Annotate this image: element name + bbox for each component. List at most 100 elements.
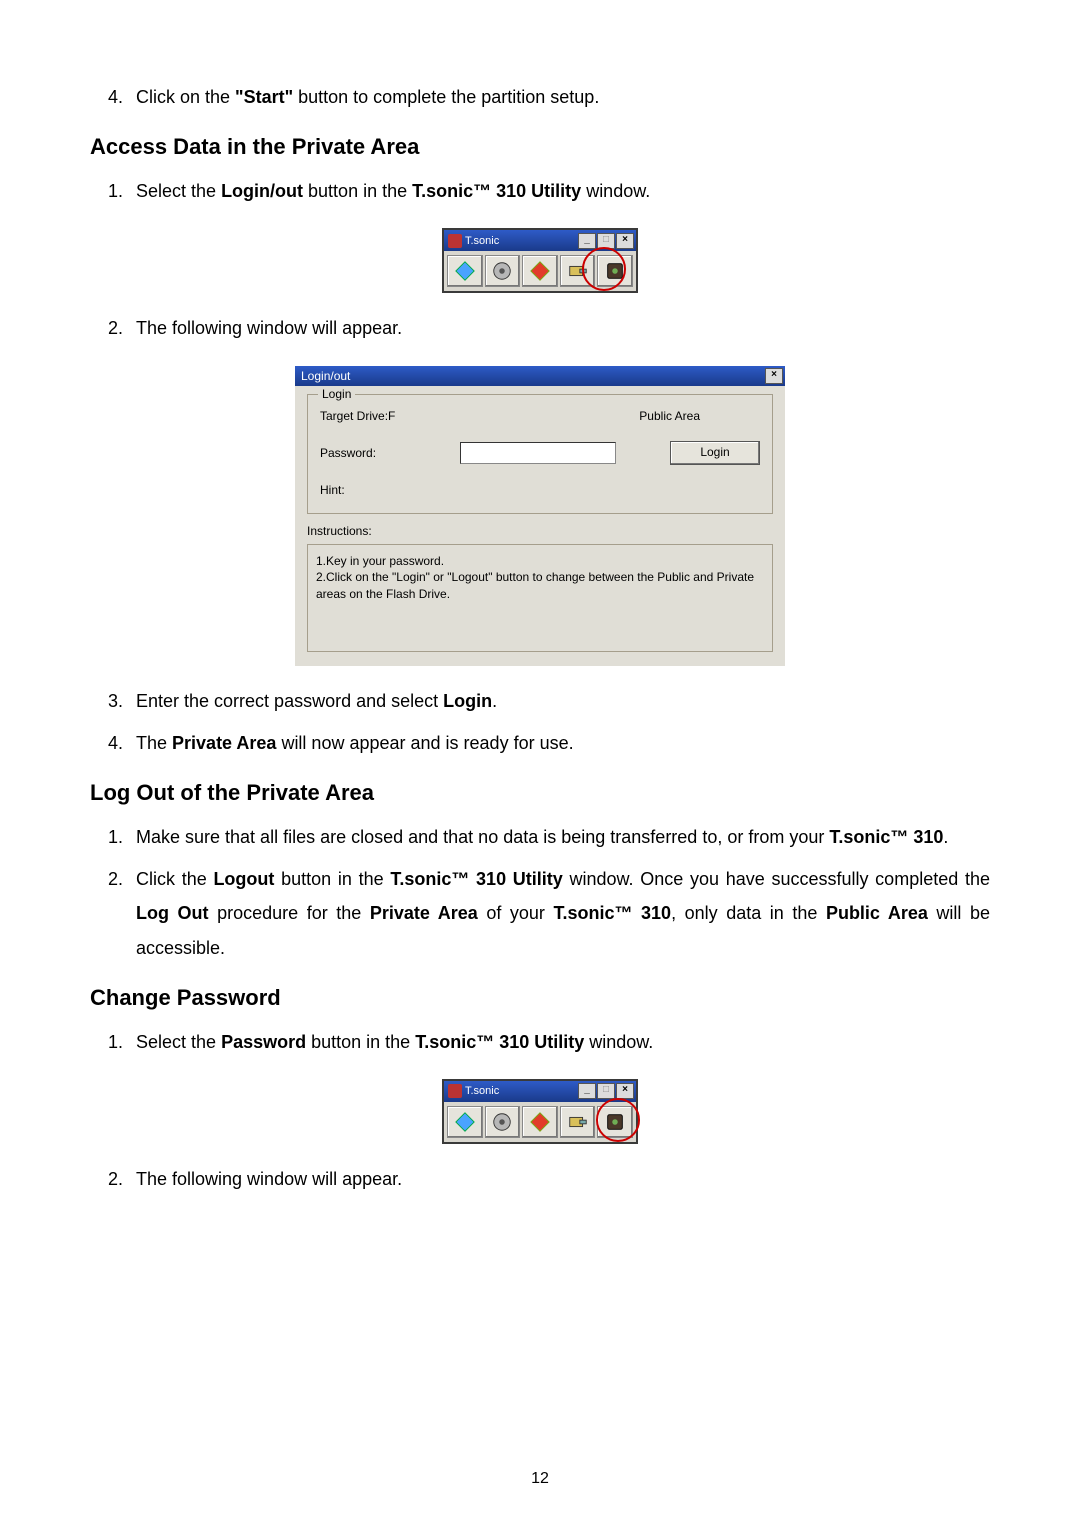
bold-text: "Start" (235, 87, 293, 107)
instructions-box: 1.Key in your password. 2.Click on the "… (307, 544, 773, 652)
text: button in the (303, 181, 412, 201)
text: Click on the (136, 87, 235, 107)
bold: Logout (213, 869, 274, 889)
login-submit-button[interactable]: Login (670, 441, 760, 465)
access-steps-cont: The following window will appear. (90, 311, 990, 345)
changepw-step-1: Select the Password button in the T.soni… (128, 1025, 990, 1059)
close-button[interactable]: × (616, 233, 634, 249)
toolbar-body (444, 1102, 636, 1142)
dialog-titlebar: Login/out × (295, 366, 785, 386)
format-button[interactable] (485, 1106, 521, 1138)
area-label: Public Area (639, 409, 700, 423)
text: will now appear and is ready for use. (276, 733, 573, 753)
bold: Public Area (826, 903, 928, 923)
toolbar-body (444, 251, 636, 291)
bold: Private Area (172, 733, 276, 753)
partition-button[interactable] (447, 1106, 483, 1138)
text: . (943, 827, 948, 847)
hint-label: Hint: (320, 483, 460, 497)
continued-list: Click on the "Start" button to complete … (90, 80, 990, 114)
close-button[interactable]: × (616, 1083, 634, 1099)
login-dialog-figure: Login/out × Login Target Drive:F Public … (90, 366, 990, 666)
instruction-line-1: 1.Key in your password. (316, 553, 764, 570)
format-button[interactable] (485, 255, 521, 287)
bold: Password (221, 1032, 306, 1052)
text: Enter the correct password and select (136, 691, 443, 711)
logout-step-2: Click the Logout button in the T.sonic™ … (128, 862, 990, 965)
password-button[interactable] (597, 1106, 633, 1138)
heading-access-data: Access Data in the Private Area (90, 134, 990, 160)
partition-button[interactable] (447, 255, 483, 287)
app-icon (448, 1084, 462, 1098)
bold: T.sonic™ 310 (829, 827, 943, 847)
access-step-4: The Private Area will now appear and is … (128, 726, 990, 760)
bold: T.sonic™ 310 Utility (390, 869, 562, 889)
document-page: Click on the "Start" button to complete … (0, 0, 1080, 1528)
login-dialog: Login/out × Login Target Drive:F Public … (295, 366, 785, 666)
window-titlebar: T.sonic _ □ × (444, 1081, 636, 1102)
bold: T.sonic™ 310 (553, 903, 671, 923)
changepw-steps-cont: The following window will appear. (90, 1162, 990, 1196)
logout-step-1: Make sure that all files are closed and … (128, 820, 990, 854)
bold: T.sonic™ 310 Utility (415, 1032, 584, 1052)
text: button in the (306, 1032, 415, 1052)
bold: T.sonic™ 310 Utility (412, 181, 581, 201)
password-input[interactable] (460, 442, 616, 464)
text: procedure for the (209, 903, 370, 923)
text: Click the (136, 869, 213, 889)
access-step-3: Enter the correct password and select Lo… (128, 684, 990, 718)
app-icon (448, 234, 462, 248)
access-step-1: Select the Login/out button in the T.son… (128, 174, 990, 208)
text: button in the (274, 869, 390, 889)
window-title: T.sonic (465, 1085, 499, 1097)
bold: Private Area (370, 903, 478, 923)
logout-button[interactable] (522, 255, 558, 287)
text: window. (584, 1032, 653, 1052)
text: window. (581, 181, 650, 201)
login-button[interactable] (560, 255, 596, 287)
text: Select the (136, 181, 221, 201)
close-button[interactable]: × (765, 368, 783, 384)
access-steps-end: Enter the correct password and select Lo… (90, 684, 990, 760)
logout-button[interactable] (522, 1106, 558, 1138)
tsonic-toolbar-window: T.sonic _ □ × (442, 1079, 638, 1144)
group-legend: Login (318, 387, 355, 401)
toolbar-figure-2: T.sonic _ □ × (90, 1079, 990, 1144)
text: button to complete the partition setup. (293, 87, 599, 107)
instructions-label: Instructions: (307, 524, 773, 538)
step-4: Click on the "Start" button to complete … (128, 80, 990, 114)
changepw-step-2: The following window will appear. (128, 1162, 990, 1196)
text: . (492, 691, 497, 711)
instruction-line-2: 2.Click on the "Login" or "Logout" butto… (316, 569, 764, 603)
password-button[interactable] (597, 255, 633, 287)
target-drive-label: Target Drive:F (320, 409, 460, 423)
window-titlebar: T.sonic _ □ × (444, 230, 636, 251)
minimize-button[interactable]: _ (578, 233, 596, 249)
tsonic-toolbar-window: T.sonic _ □ × (442, 228, 638, 293)
maximize-button[interactable]: □ (597, 1083, 615, 1099)
dialog-body: Login Target Drive:F Public Area Passwor… (295, 386, 785, 666)
text: Select the (136, 1032, 221, 1052)
bold: Login (443, 691, 492, 711)
minimize-button[interactable]: _ (578, 1083, 596, 1099)
login-group: Login Target Drive:F Public Area Passwor… (307, 394, 773, 514)
text: , only data in the (671, 903, 826, 923)
logout-steps: Make sure that all files are closed and … (90, 820, 990, 965)
dialog-title: Login/out (301, 369, 350, 383)
heading-change-password: Change Password (90, 985, 990, 1011)
bold: Log Out (136, 903, 209, 923)
text: Make sure that all files are closed and … (136, 827, 829, 847)
login-button[interactable] (560, 1106, 596, 1138)
page-number: 12 (0, 1470, 1080, 1488)
bold: Login/out (221, 181, 303, 201)
toolbar-figure-1: T.sonic _ □ × (90, 228, 990, 293)
text: The (136, 733, 172, 753)
window-title: T.sonic (465, 235, 499, 247)
access-steps: Select the Login/out button in the T.son… (90, 174, 990, 208)
password-label: Password: (320, 446, 460, 460)
text: window. Once you have successfully compl… (563, 869, 990, 889)
heading-log-out: Log Out of the Private Area (90, 780, 990, 806)
maximize-button[interactable]: □ (597, 233, 615, 249)
changepw-steps: Select the Password button in the T.soni… (90, 1025, 990, 1059)
access-step-2: The following window will appear. (128, 311, 990, 345)
